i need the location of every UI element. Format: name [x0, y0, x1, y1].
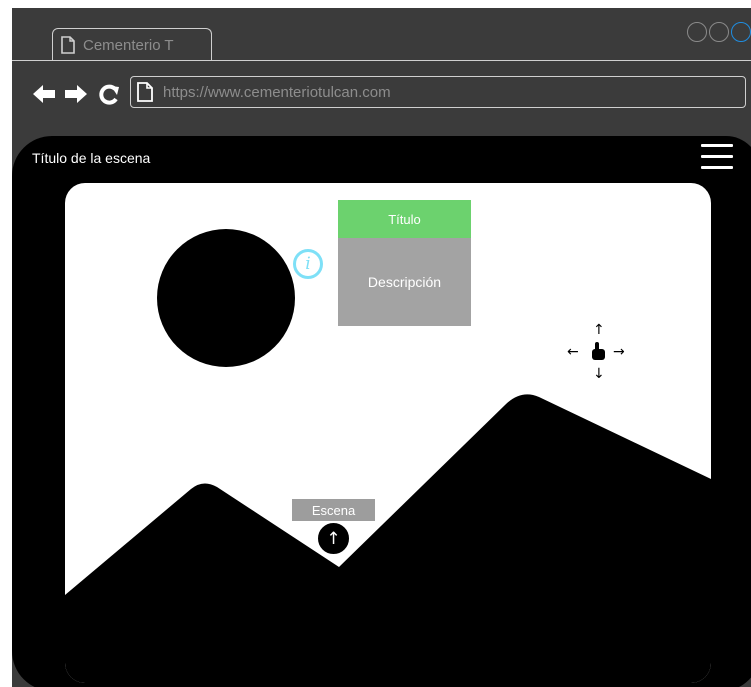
reload-icon[interactable] [98, 84, 120, 106]
page-icon [137, 82, 153, 102]
window-control-circle-icon[interactable] [709, 22, 729, 42]
address-bar[interactable]: https://www.cementeriotulcan.com [130, 76, 746, 108]
hamburger-menu-icon[interactable] [701, 144, 733, 172]
window-controls [687, 22, 751, 42]
browser-window: Cementerio T https://www.cementeriotulca… [12, 8, 751, 687]
placeholder-mountains-image [65, 394, 711, 683]
page-icon [61, 36, 75, 54]
scene-title: Título de la escena [32, 150, 151, 166]
window-control-circle-icon[interactable] [687, 22, 707, 42]
tab-title: Cementerio T [83, 36, 174, 54]
forward-arrow-icon[interactable] [64, 84, 88, 104]
navigation-bar: https://www.cementeriotulcan.com [12, 68, 751, 124]
browser-tab[interactable]: Cementerio T [52, 28, 212, 61]
url-text: https://www.cementeriotulcan.com [163, 83, 391, 101]
window-control-circle-icon[interactable] [731, 22, 751, 42]
panorama-scene[interactable]: i Título Descripción ↑ ↓ ← → Escena ↑ [65, 183, 711, 683]
scene-viewer: Título de la escena i Título Descripción… [12, 136, 751, 687]
tab-strip-divider [12, 60, 751, 61]
back-arrow-icon[interactable] [32, 84, 56, 104]
arrow-up-icon[interactable]: ↑ [316, 521, 351, 556]
scene-link-label[interactable]: Escena [292, 499, 375, 521]
